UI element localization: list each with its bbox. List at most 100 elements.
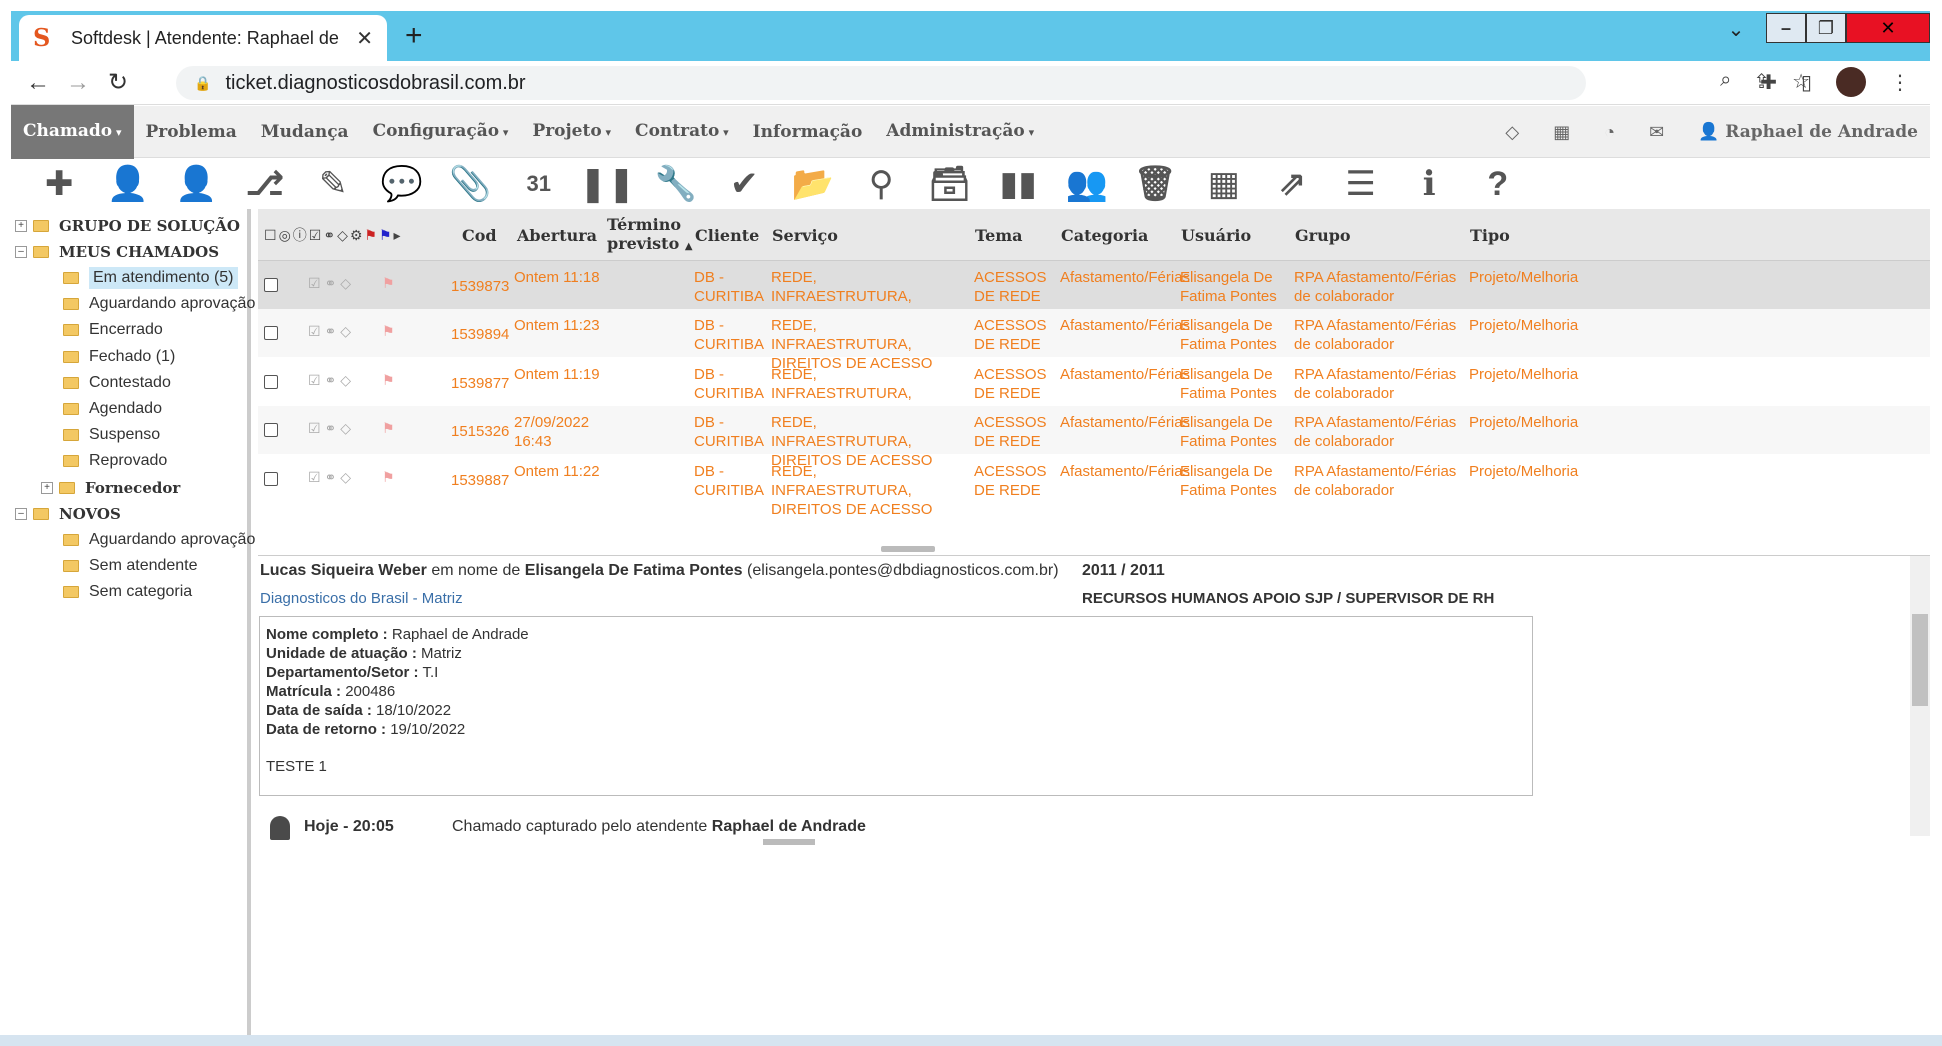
edit-icon[interactable]: ✎ xyxy=(299,160,368,208)
tree-item[interactable]: Sem atendente xyxy=(63,553,198,579)
menu-item-5[interactable]: Contrato ▾ xyxy=(623,105,741,159)
dashboard-icon[interactable]: ◔ xyxy=(1604,122,1615,143)
list-icon[interactable]: ☰ xyxy=(1327,160,1396,208)
table-row[interactable]: ☑⚭◇ ⚑ 1539877 Ontem 11:19 DB - CURITIBA REDE,… xyxy=(258,358,1930,421)
calendar-icon[interactable]: ▦ xyxy=(1553,122,1570,143)
expand-cols-icon[interactable]: ▸ xyxy=(394,227,403,243)
tree-group-solucao[interactable]: + GRUPO DE SOLUÇÃO xyxy=(15,213,240,239)
assign-user-icon[interactable]: 👤 xyxy=(94,160,163,208)
table-row[interactable]: ☑⚭◇ ⚑ 1515326 27/09/2022 16:43 DB - CURITIBA… xyxy=(258,406,1930,469)
menu-item-2[interactable]: Mudança xyxy=(249,106,361,158)
col-cliente[interactable]: Cliente xyxy=(695,209,759,261)
close-tab-icon[interactable]: ✕ xyxy=(356,26,373,51)
tree-item[interactable]: Suspenso xyxy=(63,422,160,448)
detail-scrollbar[interactable] xyxy=(1910,556,1930,836)
col-tipo[interactable]: Tipo xyxy=(1470,209,1510,261)
check-icon[interactable]: ✔ xyxy=(710,160,779,208)
reload-icon[interactable]: ↻ xyxy=(103,69,133,97)
archive-icon[interactable]: 🗃 xyxy=(916,160,985,208)
table-row[interactable]: ☑⚭◇ ⚑ 1539873 Ontem 11:18 DB - CURITIBA REDE,… xyxy=(258,261,1930,324)
tree-item[interactable]: Encerrado xyxy=(63,317,163,343)
plus-icon[interactable]: ✚ xyxy=(25,160,94,208)
col-tema[interactable]: Tema xyxy=(975,209,1023,261)
mail-icon[interactable]: ✉ xyxy=(1649,122,1664,143)
menu-item-7[interactable]: Administração ▾ xyxy=(874,105,1046,159)
menu-item-4[interactable]: Projeto ▾ xyxy=(520,105,623,159)
table-row[interactable]: ☑⚭◇ ⚑ 1539887 Ontem 11:22 DB - CURITIBA REDE,… xyxy=(258,455,1930,518)
tree-novos[interactable]: – NOVOS xyxy=(15,501,121,527)
tree-item[interactable]: Agendado xyxy=(63,396,162,422)
users-icon[interactable]: 👥 xyxy=(1053,160,1122,208)
menu-item-6[interactable]: Informação xyxy=(741,106,875,158)
search-icon[interactable]: ⚲ xyxy=(847,160,916,208)
bottom-scroll-thumb[interactable] xyxy=(763,839,815,845)
collapse-icon[interactable]: – xyxy=(15,246,27,258)
tree-item[interactable]: Reprovado xyxy=(63,448,167,474)
expand-icon[interactable]: + xyxy=(41,482,53,494)
row-checkbox[interactable] xyxy=(264,374,278,389)
share-icon[interactable]: ⇗ xyxy=(1258,160,1327,208)
browser-tab[interactable]: S Softdesk | Atendente: Raphael de ✕ xyxy=(19,15,387,61)
attach-icon[interactable]: 📎 xyxy=(436,160,505,208)
new-tab-icon[interactable]: + xyxy=(405,21,423,51)
tree-item[interactable]: Contestado xyxy=(63,370,171,396)
add-user-icon[interactable]: 👤 xyxy=(162,160,231,208)
minimize-icon[interactable]: – xyxy=(1766,13,1806,43)
calendar-icon[interactable]: 31 xyxy=(505,160,574,208)
row-checkbox[interactable] xyxy=(264,326,278,341)
url-field[interactable]: 🔒 ticket.diagnosticosdobrasil.com.br xyxy=(176,66,1586,100)
collapse-icon[interactable]: – xyxy=(15,508,27,520)
chart-icon[interactable]: ▮▮ xyxy=(984,160,1053,208)
col-cod[interactable]: Cod xyxy=(462,209,497,261)
col-categoria[interactable]: Categoria xyxy=(1061,209,1148,261)
select-all-checkbox[interactable]: ☐ xyxy=(264,227,279,243)
organization-link[interactable]: Diagnosticos do Brasil - Matriz xyxy=(260,590,463,607)
pause-icon[interactable]: ❚❚ xyxy=(573,160,642,208)
folder-icon xyxy=(63,455,79,468)
tree-label: Aguardando aprovação xyxy=(89,531,256,548)
col-termino[interactable]: Término previsto ▲ xyxy=(607,209,693,261)
browser-menu-icon[interactable]: ⋮ xyxy=(1890,70,1910,95)
col-abertura[interactable]: Abertura xyxy=(517,209,597,261)
folder-open-icon[interactable]: 📂 xyxy=(779,160,848,208)
tab-search-icon[interactable]: ⌄ xyxy=(1706,11,1766,49)
back-icon[interactable]: ← xyxy=(23,69,53,97)
ticket-icon[interactable]: ◇ xyxy=(1505,122,1519,143)
extensions-icon[interactable]: ✚ xyxy=(1760,70,1777,95)
tree-item[interactable]: Fechado (1) xyxy=(63,344,175,370)
tree-item[interactable]: Aguardando aprovação xyxy=(63,527,255,553)
forward-icon[interactable]: → xyxy=(63,69,93,97)
row-checkbox[interactable] xyxy=(264,471,278,486)
menu-item-1[interactable]: Problema xyxy=(134,106,249,158)
department: RECURSOS HUMANOS APOIO SJP / SUPERVISOR … xyxy=(1082,590,1495,607)
col-grupo[interactable]: Grupo xyxy=(1295,209,1351,261)
schedule-icon[interactable]: ▦ xyxy=(1190,160,1259,208)
col-usuario[interactable]: Usuário xyxy=(1181,209,1251,261)
restore-icon[interactable]: ❐ xyxy=(1806,13,1846,43)
row-checkbox[interactable] xyxy=(264,278,278,292)
zoom-icon[interactable]: ⌕ xyxy=(1720,69,1731,94)
row-checkbox[interactable] xyxy=(264,423,278,438)
table-row[interactable]: ☑⚭◇ ⚑ 1539894 Ontem 11:23 DB - CURITIBA REDE,… xyxy=(258,309,1930,372)
detail-scroll-thumb[interactable] xyxy=(1912,614,1928,706)
side-panel-icon[interactable]: ▯ xyxy=(1801,70,1812,95)
wrench-icon[interactable]: 🔧 xyxy=(642,160,711,208)
tree-item[interactable]: Aguardando aprovação xyxy=(63,291,255,317)
menu-item-3[interactable]: Configuração ▾ xyxy=(361,105,521,159)
comment-icon[interactable]: 💬 xyxy=(368,160,437,208)
trash-icon[interactable]: 🗑 xyxy=(1121,160,1190,208)
menu-item-0[interactable]: Chamado ▾ xyxy=(11,105,134,159)
user-menu[interactable]: 👤 Raphael de Andrade xyxy=(1698,122,1918,142)
tree-item[interactable]: Sem categoria xyxy=(63,579,192,605)
info-icon[interactable]: ℹ xyxy=(1395,160,1464,208)
grid-splitter[interactable] xyxy=(881,546,935,552)
help-icon[interactable]: ? xyxy=(1464,160,1533,208)
tree-meus-chamados[interactable]: – MEUS CHAMADOS xyxy=(15,239,219,265)
col-servico[interactable]: Serviço xyxy=(772,209,838,261)
hierarchy-icon[interactable]: ⎇ xyxy=(231,160,300,208)
close-window-icon[interactable]: ✕ xyxy=(1846,13,1930,43)
expand-icon[interactable]: + xyxy=(15,220,27,232)
tree-item[interactable]: Em atendimento (5) xyxy=(63,265,238,291)
tree-fornecedor[interactable]: + Fornecedor xyxy=(41,475,180,501)
profile-avatar[interactable] xyxy=(1836,67,1866,97)
